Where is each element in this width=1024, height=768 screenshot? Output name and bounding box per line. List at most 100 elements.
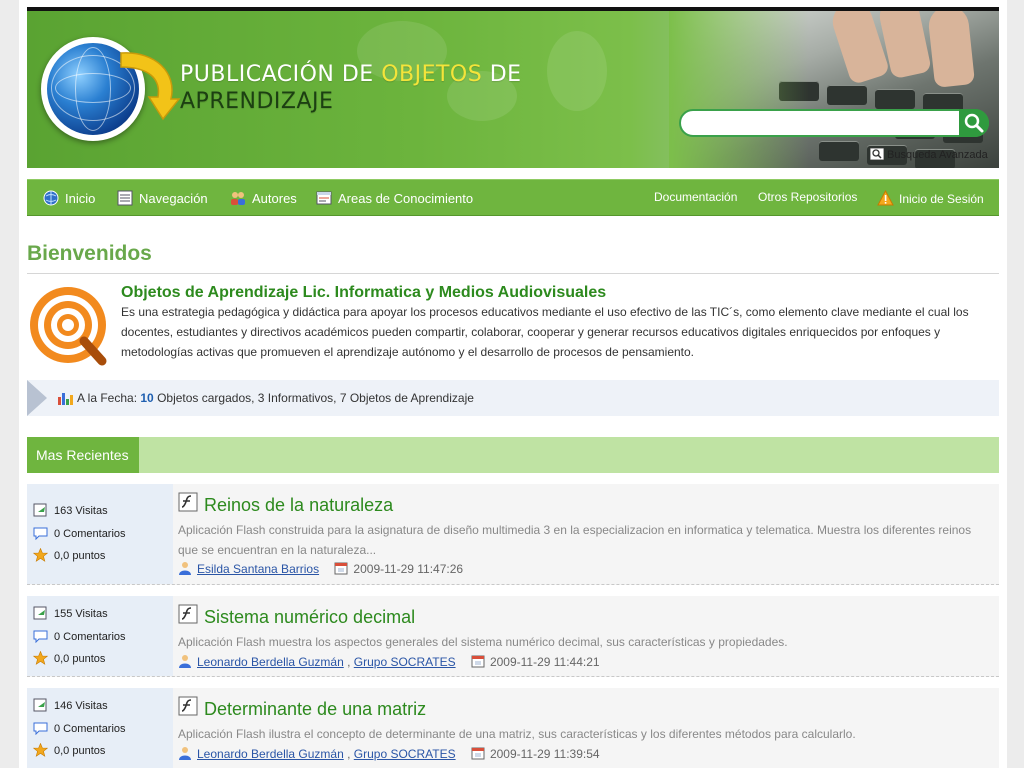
globe-icon bbox=[43, 190, 59, 206]
list-item: 163 Visitas 0 Comentarios 0,0 puntos Rei… bbox=[27, 484, 999, 585]
visits-label: 155 Visitas bbox=[54, 608, 108, 620]
item-meta: Esilda Santana Barrios 2009-11-29 11:47:… bbox=[178, 561, 463, 576]
search-button[interactable] bbox=[959, 109, 989, 137]
item-title[interactable]: Determinante de una matriz bbox=[178, 696, 426, 720]
calendar-icon bbox=[471, 747, 485, 760]
flash-file-icon bbox=[178, 492, 198, 512]
list-icon bbox=[117, 190, 133, 206]
intro-text: Es una estrategia pedagógica y didáctica… bbox=[121, 305, 969, 359]
nav-item-inicio-sesion[interactable]: Inicio de Sesión bbox=[877, 190, 984, 206]
item-title-text: Reinos de la naturaleza bbox=[204, 495, 394, 515]
stats-text: A la Fecha: 10 Objetos cargados, 3 Infor… bbox=[77, 391, 474, 405]
site-header: PUBLICACIÓN DE OBJETOS DE APRENDIZAJE Bu… bbox=[27, 7, 999, 168]
advanced-search-link[interactable]: Busqueda Avanzada bbox=[870, 148, 988, 161]
points-stat: 0,0 puntos bbox=[33, 651, 105, 665]
list-item: 146 Visitas 0 Comentarios 0,0 puntos Det… bbox=[27, 688, 999, 768]
nav-item-otros-repositorios[interactable]: Otros Repositorios bbox=[758, 190, 857, 204]
person-icon bbox=[179, 562, 191, 575]
comments-stat: 0 Comentarios bbox=[33, 721, 126, 735]
advanced-search-label: Busqueda Avanzada bbox=[887, 149, 988, 161]
comment-icon bbox=[33, 527, 48, 540]
nav-item-autores[interactable]: Autores bbox=[230, 190, 297, 206]
person-icon bbox=[179, 655, 191, 668]
points-stat: 0,0 puntos bbox=[33, 548, 105, 562]
nav-label: Areas de Conocimiento bbox=[338, 191, 474, 206]
nav-label: Autores bbox=[252, 191, 297, 206]
nav-item-inicio[interactable]: Inicio bbox=[43, 190, 95, 206]
page: PUBLICACIÓN DE OBJETOS DE APRENDIZAJE Bu… bbox=[19, 0, 1007, 768]
warning-icon bbox=[877, 190, 894, 206]
nav-label: Navegación bbox=[139, 191, 208, 206]
calendar-icon bbox=[471, 655, 485, 668]
arrow-marker bbox=[27, 380, 47, 416]
item-title-text: Determinante de una matriz bbox=[204, 699, 427, 719]
item-title-text: Sistema numérico decimal bbox=[204, 607, 416, 627]
list-item: 155 Visitas 0 Comentarios 0,0 puntos Sis… bbox=[27, 596, 999, 677]
points-label: 0,0 puntos bbox=[54, 745, 106, 757]
visits-label: 163 Visitas bbox=[54, 505, 108, 517]
tab-mas-recientes[interactable]: Mas Recientes bbox=[27, 437, 139, 473]
visits-stat: 163 Visitas bbox=[33, 503, 108, 517]
bar-chart-icon bbox=[58, 393, 73, 405]
points-label: 0,0 puntos bbox=[54, 653, 106, 665]
item-date: 2009-11-29 11:39:54 bbox=[489, 747, 600, 761]
stats-bar: A la Fecha: 10 Objetos cargados, 3 Infor… bbox=[27, 380, 999, 416]
target-logo-icon bbox=[30, 287, 107, 366]
item-meta: Leonardo Berdella Guzmán , Grupo SOCRATE… bbox=[178, 746, 600, 761]
nav-item-navegacion[interactable]: Navegación bbox=[117, 190, 208, 206]
stats-count: 10 bbox=[140, 391, 154, 405]
group-link[interactable]: Grupo SOCRATES bbox=[354, 747, 456, 761]
comments-label: 0 Comentarios bbox=[54, 723, 126, 735]
search-box bbox=[679, 109, 989, 137]
flash-file-icon bbox=[178, 604, 198, 624]
item-title[interactable]: Reinos de la naturaleza bbox=[178, 492, 393, 516]
author-link[interactable]: Esilda Santana Barrios bbox=[197, 562, 319, 576]
points-stat: 0,0 puntos bbox=[33, 743, 105, 757]
intro-heading: Objetos de Aprendizaje Lic. Informatica … bbox=[121, 284, 607, 301]
search-input[interactable] bbox=[689, 114, 949, 132]
title-accent: OBJETOS bbox=[381, 62, 483, 87]
author-link[interactable]: Leonardo Berdella Guzmán bbox=[197, 655, 344, 669]
nav-label: Inicio bbox=[65, 191, 96, 206]
keyboard-photo bbox=[669, 11, 999, 168]
flash-file-icon bbox=[178, 696, 198, 716]
decor-blob bbox=[547, 31, 607, 111]
comments-stat: 0 Comentarios bbox=[33, 629, 126, 643]
nav-item-areas[interactable]: Areas de Conocimiento bbox=[316, 190, 473, 206]
visits-icon bbox=[33, 698, 47, 712]
group-link[interactable]: Grupo SOCRATES bbox=[354, 655, 456, 669]
users-icon bbox=[231, 192, 245, 205]
star-icon bbox=[33, 651, 48, 665]
title-text: DE bbox=[482, 62, 522, 87]
comment-icon bbox=[33, 722, 48, 735]
item-description: Aplicación Flash muestra los aspectos ge… bbox=[178, 635, 788, 649]
person-icon bbox=[179, 747, 191, 760]
visits-stat: 146 Visitas bbox=[33, 698, 108, 712]
comments-label: 0 Comentarios bbox=[54, 631, 126, 643]
site-title: PUBLICACIÓN DE OBJETOS DE APRENDIZAJE bbox=[180, 61, 522, 115]
item-meta: Leonardo Berdella Guzmán , Grupo SOCRATE… bbox=[178, 654, 600, 669]
item-date: 2009-11-29 11:44:21 bbox=[489, 655, 600, 669]
stats-suffix: Objetos cargados, 3 Informativos, 7 Obje… bbox=[153, 391, 474, 405]
points-label: 0,0 puntos bbox=[54, 550, 106, 562]
welcome-title: Bienvenidos bbox=[27, 242, 152, 265]
item-title[interactable]: Sistema numérico decimal bbox=[178, 604, 415, 628]
search-icon bbox=[964, 113, 984, 133]
comment-icon bbox=[33, 630, 48, 643]
author-link[interactable]: Leonardo Berdella Guzmán bbox=[197, 747, 344, 761]
nav-label: Documentación bbox=[654, 190, 738, 204]
star-icon bbox=[33, 548, 48, 562]
visits-icon bbox=[33, 606, 47, 620]
comments-stat: 0 Comentarios bbox=[33, 526, 126, 540]
title-line2: APRENDIZAJE bbox=[180, 89, 334, 114]
nav-item-documentacion[interactable]: Documentación bbox=[654, 190, 737, 204]
calendar-icon bbox=[334, 562, 348, 575]
visits-label: 146 Visitas bbox=[54, 700, 108, 712]
magnifier-icon bbox=[870, 148, 884, 160]
nav-label: Inicio de Sesión bbox=[899, 192, 984, 206]
visits-icon bbox=[33, 503, 47, 517]
divider bbox=[27, 273, 999, 274]
arrow-logo-icon bbox=[120, 52, 181, 121]
folder-icon bbox=[316, 191, 332, 205]
comments-label: 0 Comentarios bbox=[54, 528, 126, 540]
